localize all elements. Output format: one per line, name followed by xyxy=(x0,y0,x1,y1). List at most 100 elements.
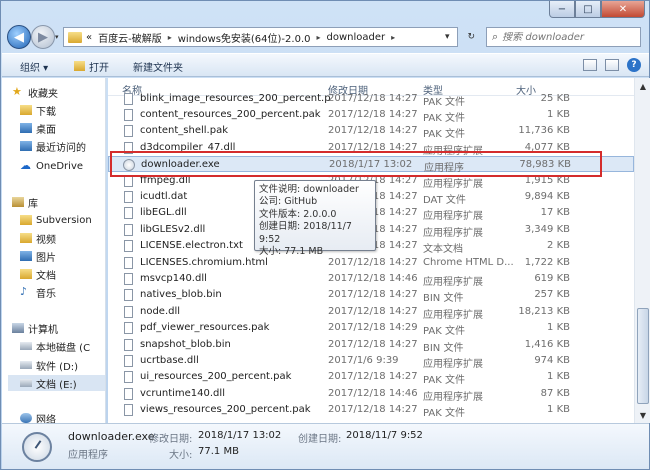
file-row[interactable]: vcruntime140.dll 2017/12/18 14:46 应用程序扩展 87… xyxy=(108,386,634,403)
recent-pages-dropdown[interactable]: ▾ xyxy=(55,33,59,41)
tooltip-line: 公司: GitHub xyxy=(259,196,318,208)
file-name: blink_image_resources_200_percent.p xyxy=(140,92,331,104)
forward-button[interactable]: ▶ xyxy=(31,25,55,49)
file-row[interactable]: pdf_viewer_resources.pak 2017/12/18 14:29… xyxy=(108,320,634,337)
file-row[interactable]: ui_resources_200_percent.pak 2017/12/18 1… xyxy=(108,369,634,386)
file-icon xyxy=(124,256,133,269)
back-button[interactable]: ◀ xyxy=(7,25,31,49)
file-name: content_shell.pak xyxy=(140,125,228,137)
nav-label: OneDrive xyxy=(36,160,84,172)
file-date: 2017/12/18 14:27 xyxy=(328,92,418,104)
vertical-scrollbar[interactable]: ▲ ▼ xyxy=(634,78,650,423)
tooltip-line: 创建日期: 2018/11/7 9:52 xyxy=(259,221,352,245)
nav-item-onedrive[interactable]: ☁ OneDrive xyxy=(20,158,105,174)
file-row[interactable]: snapshot_blob.bin 2017/12/18 14:27 BIN 文件 1… xyxy=(108,337,634,354)
file-date: 2017/12/18 14:46 xyxy=(328,272,418,284)
nav-item-videos[interactable]: 视频 xyxy=(20,230,105,246)
refresh-button[interactable]: ↻ xyxy=(467,32,475,42)
nav-item-favorites[interactable]: ★ 收藏夹 xyxy=(12,84,105,100)
file-row[interactable]: msvcp140.dll 2017/12/18 14:46 应用程序扩展 619 KB xyxy=(108,271,634,288)
breadcrumb-item[interactable]: 百度云-破解版 xyxy=(98,30,162,45)
folder-icon xyxy=(68,31,82,43)
file-row[interactable]: natives_blob.bin 2017/12/18 14:27 BIN 文件 25… xyxy=(108,287,634,304)
nav-item-downloads[interactable]: 下载 xyxy=(20,102,105,118)
network-icon xyxy=(20,413,32,423)
breadcrumb-separator[interactable]: ▸ xyxy=(391,33,395,42)
breadcrumb-separator[interactable]: ▸ xyxy=(316,33,320,42)
nav-item-recent[interactable]: 最近访问的 xyxy=(20,138,105,154)
nav-item-drive-e[interactable]: 文档 (E:) xyxy=(8,375,105,391)
file-type: 文本文档 xyxy=(423,244,463,256)
details-created-label: 创建日期: xyxy=(298,434,342,445)
view-icon[interactable] xyxy=(583,59,597,71)
minimize-button[interactable]: − xyxy=(549,1,575,18)
nav-label: 库 xyxy=(28,198,38,210)
desktop-icon xyxy=(20,123,32,133)
search-box[interactable]: ⌕ xyxy=(486,27,641,47)
nav-label: 软件 (D:) xyxy=(36,361,79,373)
file-icon xyxy=(124,289,133,302)
nav-item-libraries[interactable]: 库 xyxy=(12,194,105,210)
close-button[interactable]: ✕ xyxy=(601,1,645,18)
file-icon xyxy=(124,338,133,351)
file-type: 应用程序扩展 xyxy=(423,358,483,370)
organize-button[interactable]: 组织 ▾ xyxy=(20,58,48,74)
nav-label: 文档 xyxy=(36,270,56,282)
nav-item-network[interactable]: 网络 xyxy=(20,410,105,423)
search-input[interactable] xyxy=(502,31,628,43)
details-modified: 2018/1/17 13:02 xyxy=(198,430,282,441)
file-row[interactable]: blink_image_resources_200_percent.p 2017/… xyxy=(108,91,634,108)
scroll-up-button[interactable]: ▲ xyxy=(635,78,650,94)
file-row[interactable]: node.dll 2017/12/18 14:27 应用程序扩展 18,213 KB xyxy=(108,304,634,321)
file-row[interactable]: content_shell.pak 2017/12/18 14:27 PAK 文件 1… xyxy=(108,123,634,141)
file-size: 25 KB xyxy=(540,92,570,104)
folder-icon xyxy=(20,215,32,225)
file-date: 2017/12/18 14:27 xyxy=(328,108,418,120)
file-size: 17 KB xyxy=(540,207,570,219)
file-name: views_resources_200_percent.pak xyxy=(140,404,311,416)
scroll-thumb[interactable] xyxy=(637,308,649,404)
document-icon xyxy=(20,269,32,279)
details-filename: downloader.exe xyxy=(68,430,155,443)
file-icon xyxy=(124,272,133,285)
breadcrumb-separator[interactable]: ▸ xyxy=(168,33,172,42)
nav-item-subversion[interactable]: Subversion xyxy=(20,212,105,228)
breadcrumb-item[interactable]: windows免安装(64位)-2.0.0 xyxy=(178,30,311,45)
address-dropdown-button[interactable]: ▾ xyxy=(445,32,450,42)
details-size-label: 大小: xyxy=(169,450,193,461)
preview-pane-icon[interactable] xyxy=(605,59,619,71)
title-bar: − □ ✕ xyxy=(1,1,650,21)
file-row[interactable]: views_resources_200_percent.pak 2017/12/1… xyxy=(108,402,634,419)
nav-item-pictures[interactable]: 图片 xyxy=(20,248,105,264)
nav-label: 桌面 xyxy=(36,124,56,136)
file-name: ucrtbase.dll xyxy=(140,354,199,366)
address-bar[interactable]: « 百度云-破解版 ▸ windows免安装(64位)-2.0.0 ▸ down… xyxy=(63,27,458,47)
picture-icon xyxy=(20,251,32,261)
file-row[interactable]: LICENSES.chromium.html 2017/12/18 14:27 Ch… xyxy=(108,255,634,271)
file-name: LICENSE.electron.txt xyxy=(140,240,243,252)
nav-item-music[interactable]: ♪ 音乐 xyxy=(20,284,105,300)
nav-item-drive-d[interactable]: 软件 (D:) xyxy=(20,357,105,373)
address-row: ◀ ▶ ▾ « 百度云-破解版 ▸ windows免安装(64位)-2.0.0 … xyxy=(1,23,650,51)
help-icon[interactable]: ? xyxy=(627,58,641,72)
folder-icon xyxy=(20,105,32,115)
nav-item-computer[interactable]: 计算机 xyxy=(12,320,105,336)
new-folder-button[interactable]: 新建文件夹 xyxy=(133,58,183,74)
open-button[interactable]: 打开 xyxy=(74,58,109,74)
nav-item-desktop[interactable]: 桌面 xyxy=(20,120,105,136)
address-prefix[interactable]: « xyxy=(86,32,92,43)
file-row[interactable]: content_resources_200_percent.pak 2017/12… xyxy=(108,107,634,124)
nav-item-documents[interactable]: 文档 xyxy=(20,266,105,282)
file-date: 2017/12/18 14:27 xyxy=(328,404,418,416)
file-icon xyxy=(124,305,133,318)
nav-item-drive-c[interactable]: 本地磁盘 (C xyxy=(20,338,105,354)
file-date: 2017/12/18 14:27 xyxy=(328,305,418,317)
file-row[interactable]: ucrtbase.dll 2017/1/6 9:39 应用程序扩展 974 KB xyxy=(108,353,634,370)
details-size: 77.1 MB xyxy=(198,446,239,457)
file-type: PAK 文件 xyxy=(423,129,465,141)
maximize-button[interactable]: □ xyxy=(575,1,601,18)
search-icon: ⌕ xyxy=(492,30,499,43)
scroll-down-button[interactable]: ▼ xyxy=(635,407,650,423)
nav-label: 音乐 xyxy=(36,288,56,300)
breadcrumb-item[interactable]: downloader xyxy=(327,32,386,43)
